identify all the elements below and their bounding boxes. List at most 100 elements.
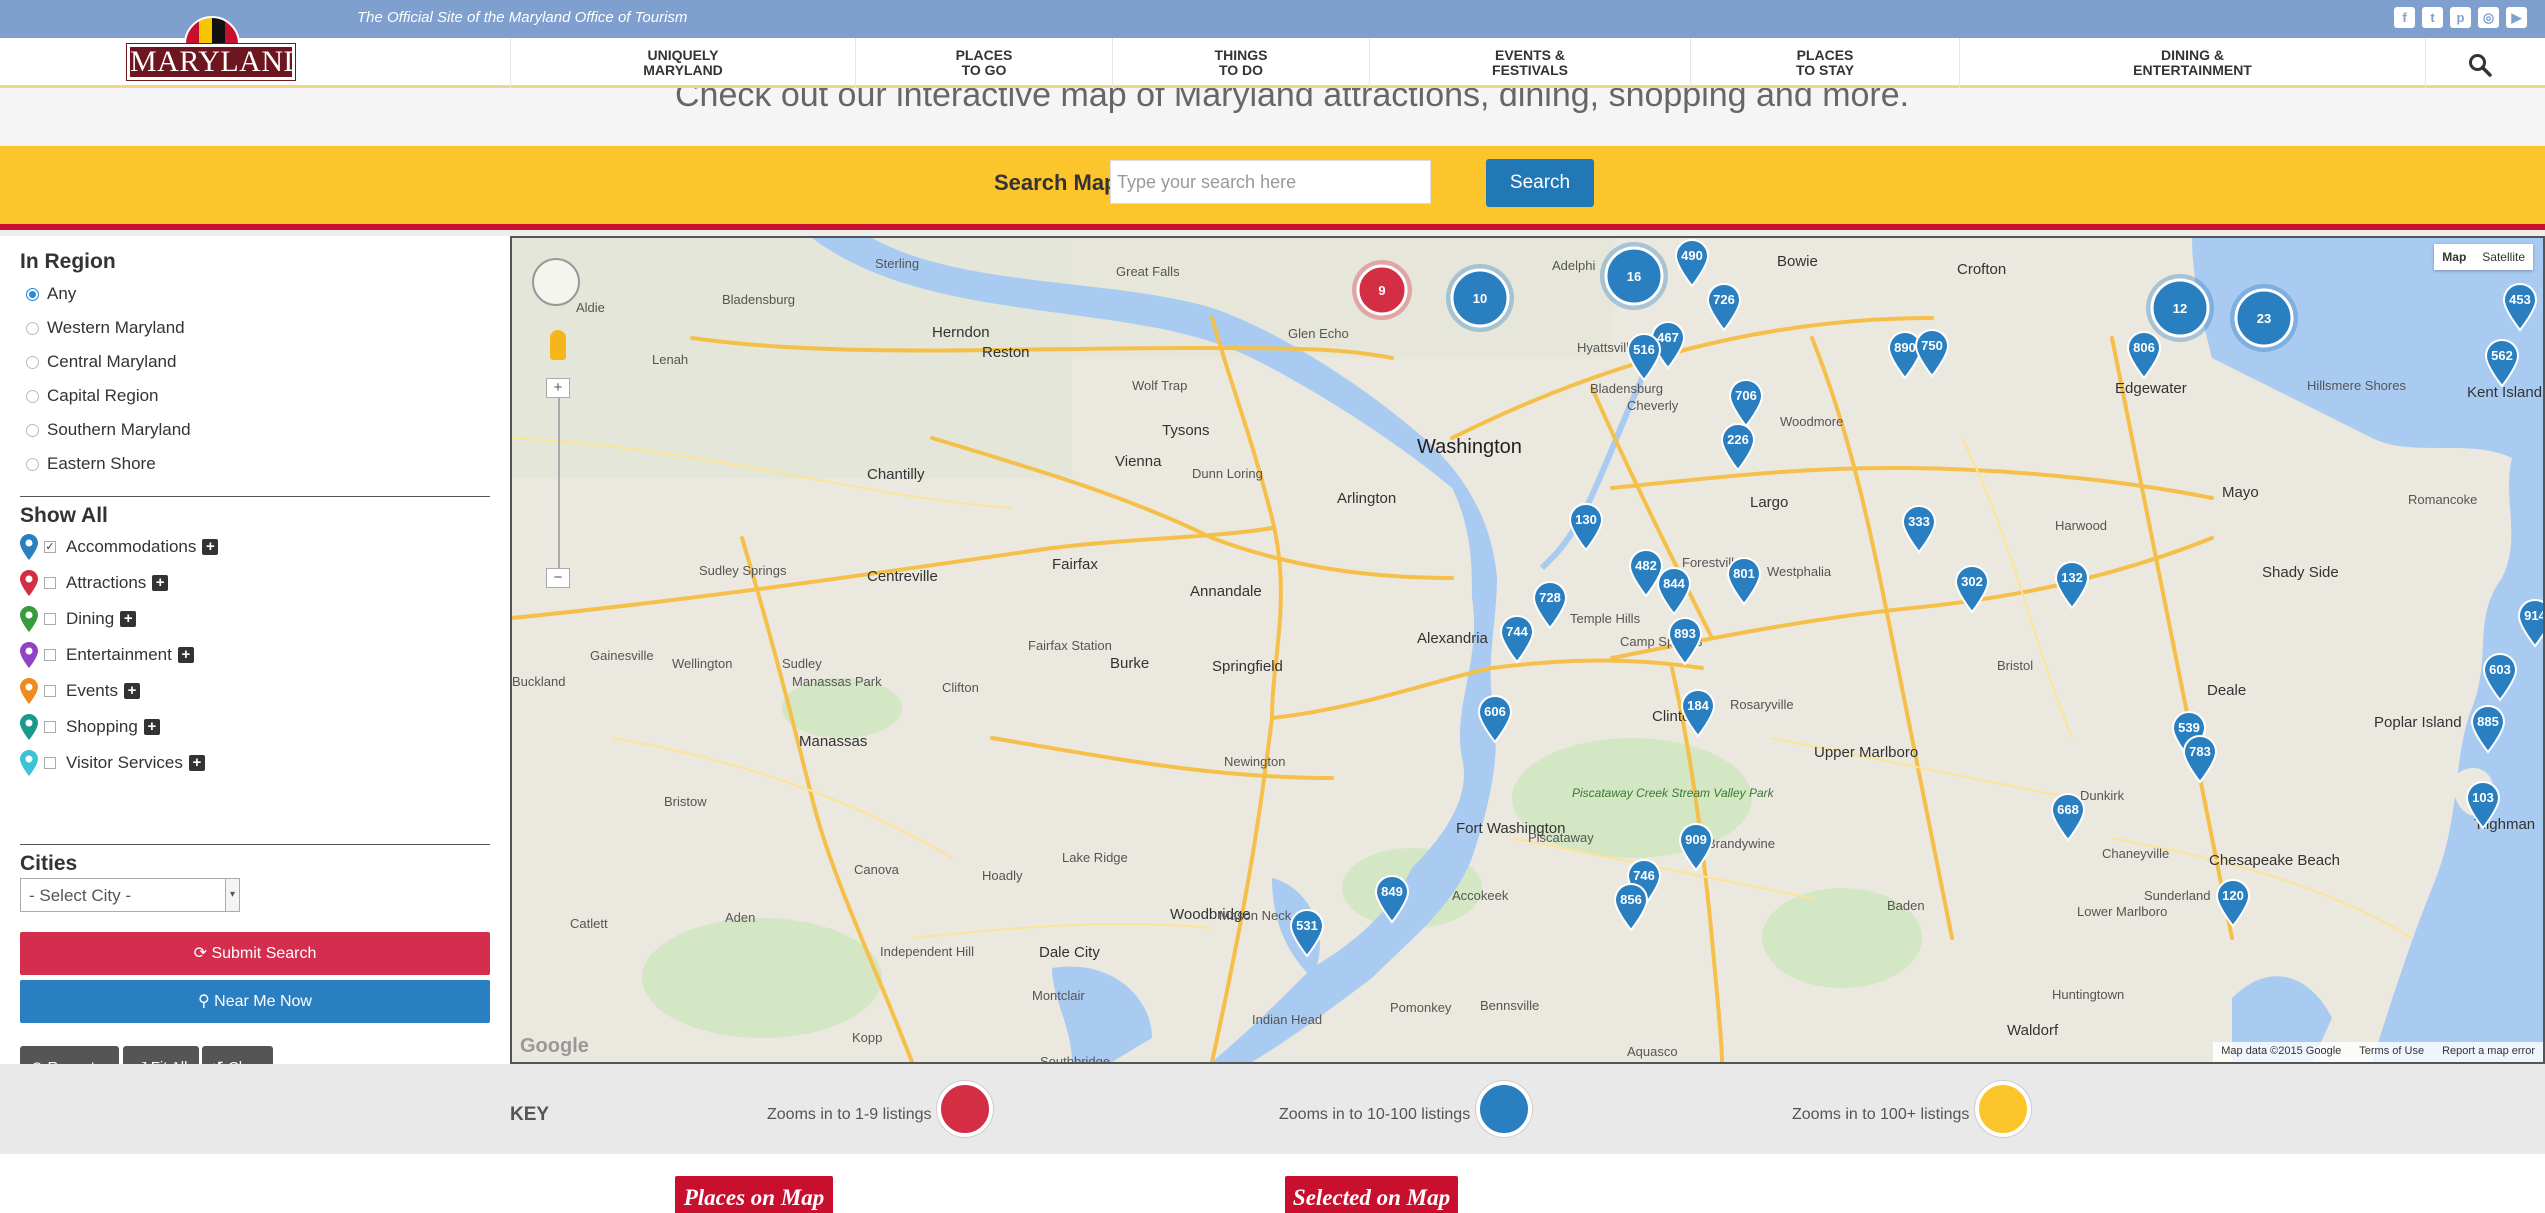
listing-pin-marker[interactable]: 706	[1728, 378, 1764, 428]
nav-uniquely-maryland[interactable]: UNIQUELY MARYLAND	[510, 38, 855, 88]
category-entertainment[interactable]: Entertainment +	[20, 642, 194, 668]
zoom-in-button[interactable]: +	[546, 378, 570, 398]
listing-pin-marker[interactable]: 909	[1678, 822, 1714, 872]
listing-pin-marker[interactable]: 453	[2502, 282, 2538, 332]
listing-pin-marker[interactable]: 744	[1499, 614, 1535, 664]
report-error-link[interactable]: Report a map error	[2442, 1045, 2535, 1059]
category-events[interactable]: Events +	[20, 678, 140, 704]
map-label-pomonkey: Pomonkey	[1390, 1000, 1452, 1015]
listing-pin-marker[interactable]: 728	[1532, 580, 1568, 630]
street-view-pegman-icon[interactable]	[550, 330, 566, 360]
category-shopping[interactable]: Shopping +	[20, 714, 160, 740]
listing-pin-marker[interactable]: 562	[2484, 338, 2520, 388]
interactive-map[interactable]: Washington Arlington Alexandria Annandal…	[510, 236, 2545, 1064]
city-select[interactable]: - Select City - ▾	[20, 878, 240, 912]
attractions-checkbox[interactable]	[44, 577, 56, 589]
pinterest-icon[interactable]: p	[2450, 7, 2471, 28]
listing-pin-marker[interactable]: 516	[1626, 332, 1662, 382]
listing-pin-marker[interactable]: 130	[1568, 502, 1604, 552]
category-dining[interactable]: Dining +	[20, 606, 137, 632]
category-attractions[interactable]: Attractions +	[20, 570, 169, 596]
accommodations-checkbox[interactable]: ✓	[44, 541, 56, 553]
maryland-logo[interactable]: MARYLAND	[126, 16, 305, 84]
zoom-out-button[interactable]: −	[546, 568, 570, 588]
region-option-any[interactable]: Any	[26, 284, 76, 304]
nav-places-to-go[interactable]: PLACES TO GO	[855, 38, 1112, 88]
category-accommodations[interactable]: ✓ Accommodations +	[20, 534, 219, 560]
listing-pin-marker[interactable]: 606	[1477, 694, 1513, 744]
entertainment-checkbox[interactable]	[44, 649, 56, 661]
expand-plus-icon[interactable]: +	[123, 683, 140, 699]
facebook-icon[interactable]: f	[2394, 7, 2415, 28]
search-map-input[interactable]	[1110, 160, 1431, 204]
marker-id-label: 184	[1687, 698, 1709, 713]
visitor-services-checkbox[interactable]	[44, 757, 56, 769]
map-type-satellite-button[interactable]: Satellite	[2474, 244, 2533, 270]
expand-plus-icon[interactable]: +	[202, 539, 219, 555]
cluster-marker-blue[interactable]: 23	[2228, 282, 2300, 354]
zoom-slider-track[interactable]	[558, 378, 560, 578]
region-option-western[interactable]: Western Maryland	[26, 318, 185, 338]
listing-pin-marker[interactable]: 750	[1914, 328, 1950, 378]
expand-plus-icon[interactable]: +	[143, 719, 160, 735]
expand-plus-icon[interactable]: +	[188, 755, 205, 771]
nav-events-festivals[interactable]: EVENTS & FESTIVALS	[1369, 38, 1690, 88]
region-option-eastern[interactable]: Eastern Shore	[26, 454, 156, 474]
near-me-button[interactable]: ⚲ Near Me Now	[20, 980, 490, 1023]
search-button[interactable]: Search	[1486, 159, 1594, 207]
map-label-mayo: Mayo	[2222, 484, 2259, 501]
events-checkbox[interactable]	[44, 685, 56, 697]
purple-pin-icon	[20, 642, 38, 668]
twitter-icon[interactable]: t	[2422, 7, 2443, 28]
listing-pin-marker[interactable]: 801	[1726, 556, 1762, 606]
instagram-icon[interactable]: ◎	[2478, 7, 2499, 28]
region-option-capital[interactable]: Capital Region	[26, 386, 159, 406]
map-label-piscataway: Piscataway	[1528, 830, 1594, 845]
listing-pin-marker[interactable]: 603	[2482, 652, 2518, 702]
listing-pin-marker[interactable]: 806	[2126, 330, 2162, 380]
youtube-icon[interactable]: ▶	[2506, 7, 2527, 28]
expand-plus-icon[interactable]: +	[120, 611, 137, 627]
listing-pin-marker[interactable]: 531	[1289, 908, 1325, 958]
cluster-marker-red[interactable]: 9	[1350, 258, 1414, 322]
listing-pin-marker[interactable]: 856	[1613, 882, 1649, 932]
nav-things-to-do[interactable]: THINGS TO DO	[1112, 38, 1369, 88]
expand-plus-icon[interactable]: +	[177, 647, 194, 663]
places-on-map-tab[interactable]: Places on Map	[675, 1176, 833, 1213]
cluster-marker-blue[interactable]: 16	[1598, 240, 1670, 312]
listing-pin-marker[interactable]: 783	[2182, 734, 2218, 784]
region-option-central[interactable]: Central Maryland	[26, 352, 176, 372]
listing-pin-marker[interactable]: 849	[1374, 874, 1410, 924]
listing-pin-marker[interactable]: 668	[2050, 792, 2086, 842]
submit-search-button[interactable]: ⟳ Submit Search	[20, 932, 490, 975]
map-type-map-button[interactable]: Map	[2434, 244, 2474, 270]
nav-dining-entertainment[interactable]: DINING & ENTERTAINMENT	[1959, 38, 2425, 88]
shopping-checkbox[interactable]	[44, 721, 56, 733]
listing-pin-marker[interactable]: 302	[1954, 564, 1990, 614]
listing-pin-marker[interactable]: 333	[1901, 504, 1937, 554]
listing-pin-marker[interactable]: 893	[1667, 616, 1703, 666]
listing-pin-marker[interactable]: 885	[2470, 704, 2506, 754]
nav-search-button[interactable]	[2425, 38, 2545, 88]
listing-pin-marker[interactable]: 184	[1680, 688, 1716, 738]
listing-pin-marker[interactable]: 844	[1656, 566, 1692, 616]
dining-checkbox[interactable]	[44, 613, 56, 625]
listing-pin-marker[interactable]: 914	[2517, 598, 2543, 648]
map-label-crofton: Crofton	[1957, 261, 2007, 278]
nav-places-to-stay[interactable]: PLACES TO STAY	[1690, 38, 1959, 88]
region-option-southern[interactable]: Southern Maryland	[26, 420, 191, 440]
region-label: Capital Region	[47, 386, 159, 405]
selected-on-map-tab[interactable]: Selected on Map	[1285, 1176, 1458, 1213]
expand-plus-icon[interactable]: +	[152, 575, 169, 591]
map-label-glen-echo: Glen Echo	[1288, 326, 1349, 341]
category-visitor-services[interactable]: Visitor Services +	[20, 750, 205, 776]
listing-pin-marker[interactable]: 490	[1674, 238, 1710, 288]
listing-pin-marker[interactable]: 226	[1720, 422, 1756, 472]
listing-pin-marker[interactable]: 132	[2054, 560, 2090, 610]
listing-pin-marker[interactable]: 726	[1706, 282, 1742, 332]
terms-link[interactable]: Terms of Use	[2359, 1045, 2424, 1059]
listing-pin-marker[interactable]: 103	[2465, 780, 2501, 830]
listing-pin-marker[interactable]: 120	[2215, 878, 2251, 928]
pan-control[interactable]	[532, 258, 580, 306]
cluster-marker-blue[interactable]: 10	[1444, 262, 1516, 334]
